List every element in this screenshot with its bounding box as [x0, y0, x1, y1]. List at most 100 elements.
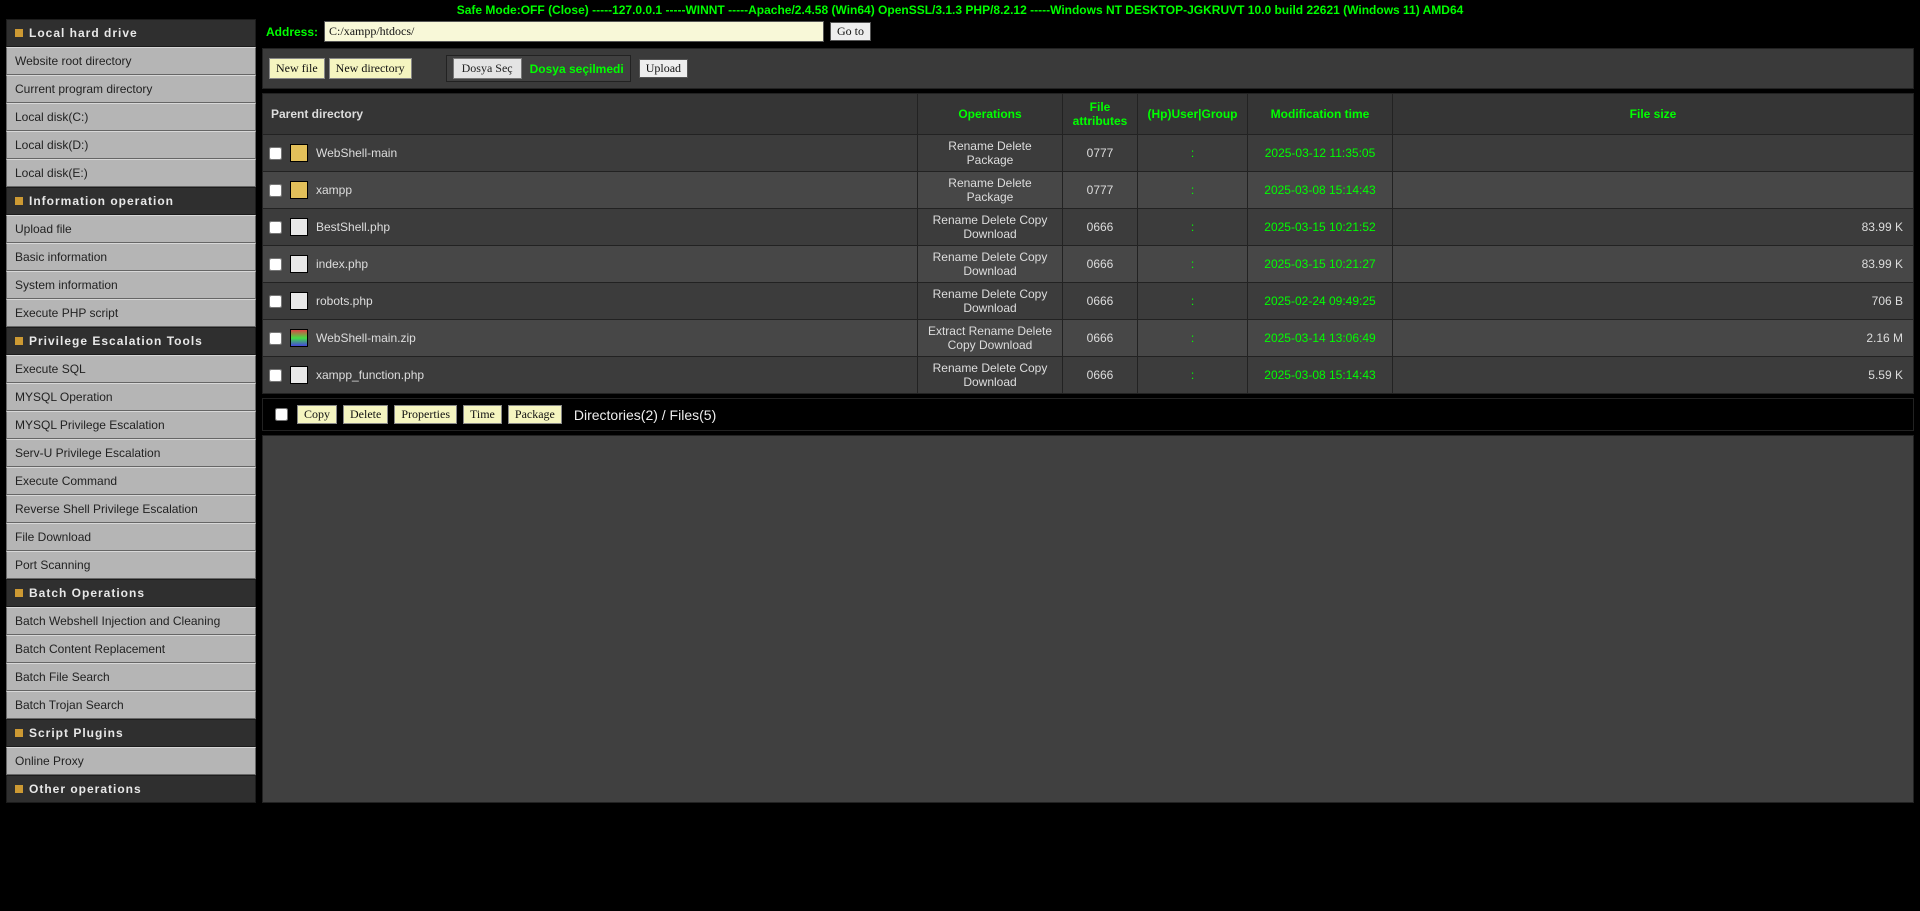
file-icon — [290, 255, 308, 273]
col-parent-directory[interactable]: Parent directory — [263, 94, 918, 135]
bulk-copy-button[interactable]: Copy — [297, 405, 337, 424]
row-operations[interactable]: Rename Delete Package — [918, 135, 1063, 172]
row-select-checkbox[interactable] — [269, 332, 282, 345]
new-directory-button[interactable]: New directory — [329, 58, 412, 79]
row-select-checkbox[interactable] — [269, 369, 282, 382]
sidebar-item[interactable]: Website root directory — [6, 47, 256, 75]
row-size: 2.16 M — [1393, 320, 1914, 357]
table-header-row: Parent directory Operations File attribu… — [263, 94, 1914, 135]
sidebar-item[interactable]: MYSQL Operation — [6, 383, 256, 411]
status-bar: Safe Mode:OFF (Close) -----127.0.0.1 ---… — [0, 0, 1920, 19]
sidebar-item[interactable]: Batch Content Replacement — [6, 635, 256, 663]
file-name[interactable]: robots.php — [316, 294, 373, 308]
row-operations[interactable]: Extract Rename Delete Copy Download — [918, 320, 1063, 357]
go-to-button[interactable]: Go to — [830, 22, 871, 41]
sidebar-section-header[interactable]: Script Plugins — [6, 719, 256, 747]
select-all-checkbox[interactable] — [275, 408, 288, 421]
os-long: Windows NT DESKTOP-JGKRUVT 10.0 build 22… — [1050, 3, 1463, 17]
row-attributes[interactable]: 0666 — [1063, 357, 1138, 394]
row-select-checkbox[interactable] — [269, 147, 282, 160]
row-user-group: : — [1138, 172, 1248, 209]
folder-icon — [290, 144, 308, 162]
file-name[interactable]: index.php — [316, 257, 368, 271]
new-file-button[interactable]: New file — [269, 58, 325, 79]
file-name[interactable]: xampp_function.php — [316, 368, 424, 382]
file-name[interactable]: WebShell-main — [316, 146, 397, 160]
row-mtime[interactable]: 2025-03-14 13:06:49 — [1248, 320, 1393, 357]
row-user-group: : — [1138, 320, 1248, 357]
safe-mode-close-link[interactable]: (Close) — [548, 3, 589, 17]
sidebar-item[interactable]: Local disk(C:) — [6, 103, 256, 131]
archive-icon — [290, 329, 308, 347]
sidebar-item[interactable]: Batch Webshell Injection and Cleaning — [6, 607, 256, 635]
sidebar-item[interactable]: Local disk(E:) — [6, 159, 256, 187]
col-file-attributes: File attributes — [1063, 94, 1138, 135]
server-software: Apache/2.4.58 (Win64) OpenSSL/3.1.3 PHP/… — [748, 3, 1027, 17]
sidebar-section-header[interactable]: Information operation — [6, 187, 256, 215]
file-name[interactable]: WebShell-main.zip — [316, 331, 416, 345]
row-select-checkbox[interactable] — [269, 184, 282, 197]
sidebar-item[interactable]: Batch File Search — [6, 663, 256, 691]
bulk-package-button[interactable]: Package — [508, 405, 562, 424]
row-attributes[interactable]: 0777 — [1063, 172, 1138, 209]
row-attributes[interactable]: 0666 — [1063, 209, 1138, 246]
choose-file-button[interactable]: Dosya Seç — [453, 58, 522, 79]
row-mtime[interactable]: 2025-03-12 11:35:05 — [1248, 135, 1393, 172]
sidebar-section-header[interactable]: Batch Operations — [6, 579, 256, 607]
sidebar-item[interactable]: MYSQL Privilege Escalation — [6, 411, 256, 439]
sidebar-item[interactable]: Batch Trojan Search — [6, 691, 256, 719]
upload-button[interactable]: Upload — [639, 59, 688, 78]
row-attributes[interactable]: 0666 — [1063, 246, 1138, 283]
row-user-group: : — [1138, 357, 1248, 394]
row-attributes[interactable]: 0666 — [1063, 283, 1138, 320]
row-mtime[interactable]: 2025-03-15 10:21:52 — [1248, 209, 1393, 246]
file-name[interactable]: BestShell.php — [316, 220, 390, 234]
row-operations[interactable]: Rename Delete Copy Download — [918, 209, 1063, 246]
sidebar-item[interactable]: Local disk(D:) — [6, 131, 256, 159]
row-attributes[interactable]: 0777 — [1063, 135, 1138, 172]
sidebar-item[interactable]: Upload file — [6, 215, 256, 243]
file-picker: Dosya Seç Dosya seçilmedi — [446, 55, 631, 82]
section-title: Local hard drive — [29, 26, 138, 40]
row-operations[interactable]: Rename Delete Copy Download — [918, 283, 1063, 320]
sidebar-item[interactable]: Current program directory — [6, 75, 256, 103]
sidebar-item[interactable]: Online Proxy — [6, 747, 256, 775]
sidebar-section-header[interactable]: Other operations — [6, 775, 256, 803]
row-mtime[interactable]: 2025-02-24 09:49:25 — [1248, 283, 1393, 320]
row-select-checkbox[interactable] — [269, 221, 282, 234]
row-mtime[interactable]: 2025-03-15 10:21:27 — [1248, 246, 1393, 283]
row-operations[interactable]: Rename Delete Copy Download — [918, 357, 1063, 394]
col-user-group: (Hp)User|Group — [1138, 94, 1248, 135]
row-mtime[interactable]: 2025-03-08 15:14:43 — [1248, 357, 1393, 394]
sidebar-section-header[interactable]: Local hard drive — [6, 19, 256, 47]
bulk-properties-button[interactable]: Properties — [394, 405, 457, 424]
row-select-checkbox[interactable] — [269, 258, 282, 271]
bullet-icon — [15, 29, 23, 37]
sidebar-item[interactable]: Port Scanning — [6, 551, 256, 579]
sidebar-item[interactable]: Serv-U Privilege Escalation — [6, 439, 256, 467]
sidebar-item[interactable]: Execute Command — [6, 467, 256, 495]
file-icon — [290, 292, 308, 310]
sidebar-item[interactable]: System information — [6, 271, 256, 299]
bulk-delete-button[interactable]: Delete — [343, 405, 388, 424]
address-input[interactable] — [324, 21, 824, 42]
file-toolbar: New file New directory Dosya Seç Dosya s… — [262, 48, 1914, 89]
sidebar-item[interactable]: Reverse Shell Privilege Escalation — [6, 495, 256, 523]
table-row: WebShell-mainRename Delete Package0777:2… — [263, 135, 1914, 172]
sidebar-item[interactable]: File Download — [6, 523, 256, 551]
sidebar-item[interactable]: Execute SQL — [6, 355, 256, 383]
row-operations[interactable]: Rename Delete Package — [918, 172, 1063, 209]
bulk-time-button[interactable]: Time — [463, 405, 502, 424]
file-name[interactable]: xampp — [316, 183, 352, 197]
sidebar-section-header[interactable]: Privilege Escalation Tools — [6, 327, 256, 355]
row-mtime[interactable]: 2025-03-08 15:14:43 — [1248, 172, 1393, 209]
bullet-icon — [15, 337, 23, 345]
status-sep: ----- — [1030, 3, 1050, 17]
sidebar-item[interactable]: Basic information — [6, 243, 256, 271]
row-select-checkbox[interactable] — [269, 295, 282, 308]
sidebar-item[interactable]: Execute PHP script — [6, 299, 256, 327]
row-size: 706 B — [1393, 283, 1914, 320]
row-operations[interactable]: Rename Delete Copy Download — [918, 246, 1063, 283]
row-attributes[interactable]: 0666 — [1063, 320, 1138, 357]
section-title: Information operation — [29, 194, 174, 208]
